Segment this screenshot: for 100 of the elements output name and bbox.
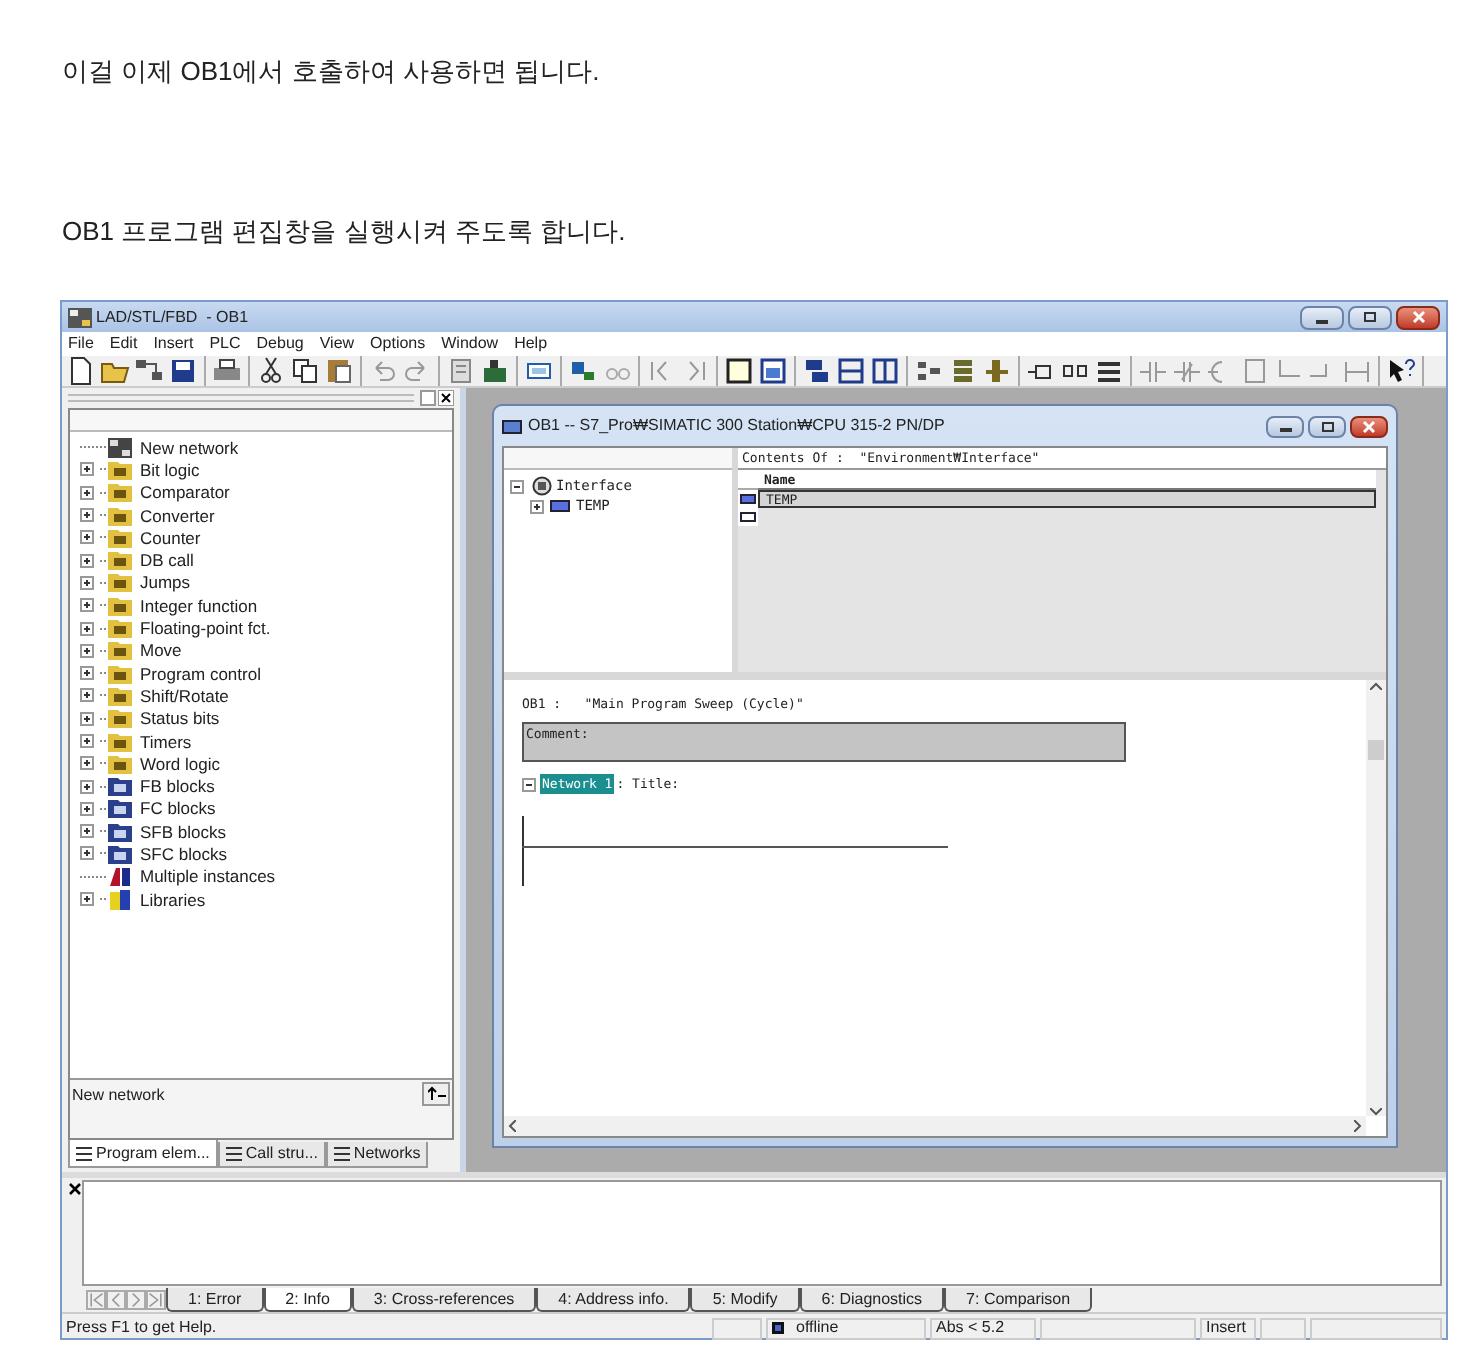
expand-toggle[interactable]: [80, 553, 94, 568]
expand-toggle[interactable]: [80, 824, 94, 839]
tree-item[interactable]: Jumps: [140, 572, 191, 593]
menu-item[interactable]: Help: [514, 334, 548, 354]
output-tab[interactable]: 2: Info: [263, 1288, 352, 1312]
maximize-button[interactable]: [1348, 305, 1392, 329]
expand-toggle[interactable]: [80, 508, 94, 523]
block-icon[interactable]: [568, 356, 598, 386]
help-pointer-icon[interactable]: [1386, 356, 1416, 386]
expand-toggle[interactable]: [80, 711, 94, 726]
menu-item[interactable]: Debug: [256, 334, 304, 354]
expand-toggle[interactable]: [80, 892, 94, 907]
panel-tab[interactable]: Program elem...: [68, 1140, 218, 1168]
expand-toggle[interactable]: [80, 801, 94, 816]
tree-item[interactable]: Multiple instances: [140, 866, 276, 887]
tree-item[interactable]: Libraries: [140, 889, 206, 910]
output-tab[interactable]: 3: Cross-references: [351, 1288, 537, 1312]
window-icon[interactable]: [758, 356, 788, 386]
expand-toggle[interactable]: [80, 462, 94, 477]
tree-item[interactable]: Floating-point fct.: [140, 618, 271, 639]
expand-toggle[interactable]: [80, 643, 94, 658]
columns-icon[interactable]: [870, 356, 900, 386]
save-icon[interactable]: [168, 356, 198, 386]
collapse-toggle[interactable]: [522, 777, 536, 791]
expand-toggle[interactable]: [80, 485, 94, 500]
close-button[interactable]: [1350, 415, 1388, 437]
minimize-button[interactable]: [1266, 415, 1304, 437]
expand-toggle[interactable]: [530, 499, 544, 513]
tree-item[interactable]: Integer function: [140, 595, 258, 616]
close-icon[interactable]: [67, 1182, 81, 1196]
tree-item[interactable]: FB blocks: [140, 776, 215, 797]
expand-toggle[interactable]: [80, 598, 94, 613]
tree-item[interactable]: Word logic: [140, 753, 220, 774]
expand-toggle[interactable]: [80, 688, 94, 703]
tree-item[interactable]: FC blocks: [140, 798, 216, 819]
menu-item[interactable]: Window: [441, 334, 499, 354]
output-tab[interactable]: 7: Comparison: [944, 1288, 1093, 1312]
tree-item[interactable]: Timers: [140, 731, 192, 751]
tree-item[interactable]: Bit logic: [140, 459, 200, 480]
tree-item[interactable]: SFC blocks: [140, 843, 227, 864]
window-title: LAD/STL/FBD - OB1: [96, 307, 249, 327]
scroll-thumb[interactable]: [1368, 739, 1384, 759]
horizontal-scrollbar[interactable]: [504, 1116, 1366, 1136]
tree-item[interactable]: DB call: [140, 550, 194, 571]
cascade-icon[interactable]: [802, 356, 832, 386]
expand-toggle[interactable]: [80, 734, 94, 748]
output-tab[interactable]: 1: Error: [166, 1288, 264, 1312]
tree-item[interactable]: Move: [140, 640, 182, 661]
network-icon[interactable]: [134, 356, 164, 386]
expand-toggle[interactable]: [80, 530, 94, 545]
scroll-up-icon[interactable]: [1370, 682, 1382, 690]
minimize-button[interactable]: [1300, 305, 1344, 329]
menu-item[interactable]: File: [68, 334, 94, 354]
scissors-icon[interactable]: [256, 356, 286, 386]
expand-toggle[interactable]: [80, 756, 94, 771]
close-icon[interactable]: [438, 390, 454, 406]
tree-item[interactable]: Status bits: [140, 708, 220, 729]
insert-button[interactable]: [422, 1082, 450, 1106]
panel-tab[interactable]: Networks: [325, 1142, 429, 1168]
clipboard-icon[interactable]: [324, 356, 354, 386]
tree-item[interactable]: Comparator: [140, 482, 230, 503]
expand-toggle[interactable]: [80, 621, 94, 636]
status-cell: [712, 1317, 762, 1339]
expand-toggle[interactable]: [80, 846, 94, 861]
tree-item[interactable]: Converter: [140, 505, 215, 526]
window-icon[interactable]: [724, 356, 754, 386]
tree-item[interactable]: Program control: [140, 663, 261, 684]
menu-item[interactable]: PLC: [209, 334, 241, 354]
expand-toggle[interactable]: [80, 779, 94, 794]
cpu-icon[interactable]: [480, 356, 510, 386]
collapse-toggle[interactable]: [510, 479, 524, 493]
vertical-scrollbar[interactable]: [1366, 680, 1386, 1116]
expand-toggle[interactable]: [80, 575, 94, 590]
print-icon[interactable]: [212, 356, 242, 386]
tree-item[interactable]: Counter: [140, 527, 201, 548]
scroll-down-icon[interactable]: [1370, 1108, 1382, 1116]
output-tab[interactable]: 6: Diagnostics: [799, 1288, 945, 1312]
panel-tab[interactable]: Call stru...: [217, 1142, 326, 1168]
folder-icon: [108, 731, 132, 751]
tree-item[interactable]: Shift/Rotate: [140, 685, 229, 706]
menu-item[interactable]: Options: [370, 334, 426, 354]
copy-icon[interactable]: [290, 356, 320, 386]
menu-item[interactable]: Edit: [109, 334, 138, 354]
description-text: New network: [70, 1084, 167, 1108]
close-button[interactable]: [1396, 305, 1440, 329]
block-folder-icon: [108, 798, 132, 819]
menu-item[interactable]: View: [319, 334, 355, 354]
intro-paragraph: 이걸 이제 OB1에서 호출하여 사용하면 됩니다.: [62, 54, 602, 88]
scroll-right-icon[interactable]: [1354, 1120, 1362, 1132]
maximize-button[interactable]: [1308, 415, 1346, 437]
menu-item[interactable]: Insert: [153, 334, 194, 354]
block-icon: [502, 419, 522, 433]
expand-toggle[interactable]: [80, 666, 94, 681]
output-tab[interactable]: 4: Address info.: [536, 1288, 691, 1312]
output-tab[interactable]: 5: Modify: [690, 1288, 800, 1312]
scroll-left-icon[interactable]: [508, 1120, 516, 1132]
tree-item[interactable]: SFB blocks: [140, 821, 226, 842]
connection-status: offline: [796, 1318, 839, 1338]
tile-icon[interactable]: [836, 356, 866, 386]
tree-item[interactable]: New network: [140, 437, 239, 458]
